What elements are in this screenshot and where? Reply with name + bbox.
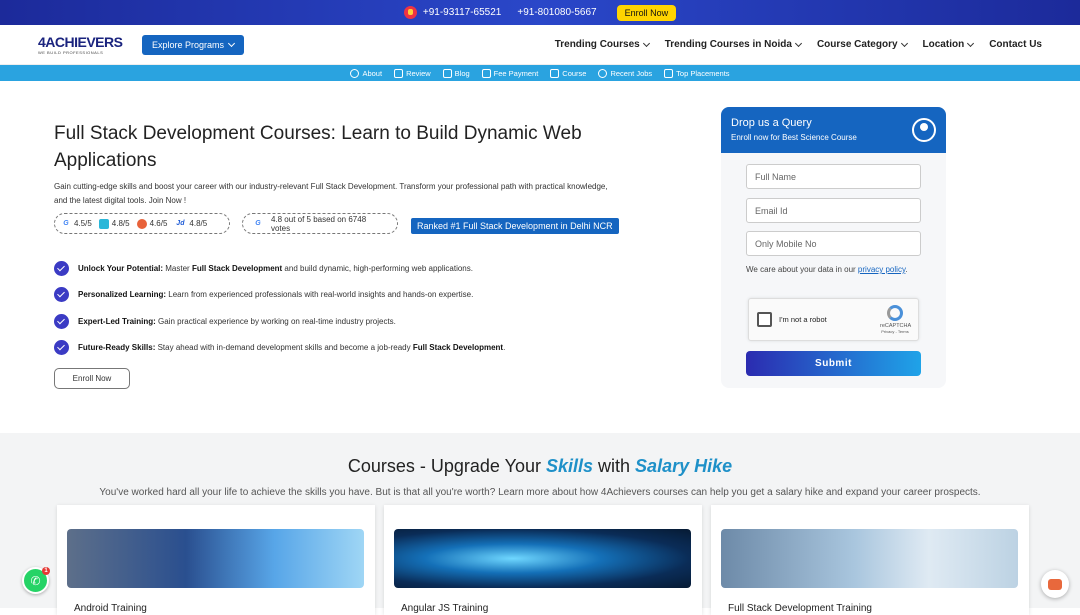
justdial-icon: Jd: [176, 219, 185, 227]
privacy-note-text: We care about your data in our: [746, 265, 858, 274]
email-input[interactable]: Email Id: [746, 198, 921, 223]
course-image: [721, 529, 1018, 588]
privacy-note: We care about your data in our privacy p…: [746, 265, 908, 274]
list-item: Expert-Led Training: Gain practical expe…: [54, 308, 674, 335]
course-image: [394, 529, 691, 588]
course-title: Full Stack Development Training: [728, 603, 872, 614]
form-header: Drop us a Query Enroll now for Best Scie…: [721, 107, 946, 153]
course-image: [67, 529, 364, 588]
sulekha-rating: 4.6/5: [136, 218, 168, 229]
sulekha-icon: [136, 218, 147, 229]
recaptcha-widget: I'm not a robot reCAPTCHA Privacy - Terms: [748, 298, 919, 341]
full-name-input[interactable]: Full Name: [746, 164, 921, 189]
review-site-icon: [98, 218, 109, 229]
notification-badge: 1: [42, 567, 50, 575]
submit-button[interactable]: Submit: [746, 351, 921, 376]
feature-list: Unlock Your Potential: Master Full Stack…: [54, 255, 674, 361]
bullet-heading: Personalized Learning:: [78, 290, 167, 300]
bullet-text: Stay ahead with in-demand development sk…: [155, 343, 413, 353]
courses-section: Courses - Upgrade Your Skills with Salar…: [0, 433, 1080, 615]
form-subtitle: Enroll now for Best Science Course: [731, 133, 857, 142]
check-icon: [54, 313, 69, 329]
form-title: Drop us a Query: [731, 117, 812, 129]
rating-value: 4.8/5: [189, 218, 208, 228]
heading-part: Courses - Upgrade Your: [347, 456, 546, 476]
recaptcha-icon: [887, 305, 903, 321]
check-icon: [54, 260, 69, 276]
course-card-android[interactable]: Android Training: [57, 505, 375, 615]
recaptcha-label: I'm not a robot: [779, 315, 827, 324]
bullet-text-end: .: [503, 343, 506, 353]
bullet-bold: Full Stack Development: [412, 343, 504, 353]
query-form: Drop us a Query Enroll now for Best Scie…: [721, 107, 946, 388]
course-card-full-stack[interactable]: Full Stack Development Training: [711, 505, 1029, 615]
courses-heading: Courses - Upgrade Your Skills with Salar…: [0, 456, 1080, 477]
heading-part: with: [593, 456, 636, 476]
enroll-now-button[interactable]: Enroll Now: [54, 368, 130, 389]
bullet-heading: Unlock Your Potential:: [78, 263, 164, 273]
list-item: Future-Ready Skills: Stay ahead with in-…: [54, 335, 674, 362]
check-icon: [54, 287, 69, 303]
list-item: Unlock Your Potential: Master Full Stack…: [54, 255, 674, 282]
bullet-heading: Expert-Led Training:: [78, 316, 156, 326]
justdial-rating: Jd 4.8/5: [174, 219, 207, 229]
page-title: Full Stack Development Courses: Learn to…: [54, 123, 582, 171]
rating-value: 4.6/5: [149, 218, 168, 228]
course-card-angular[interactable]: Angular JS Training: [384, 505, 702, 615]
ratings-strip: G 4.5/5 4.8/5 4.6/5 Jd 4.8/5: [54, 213, 230, 234]
chat-button[interactable]: [1041, 570, 1069, 598]
privacy-policy-link[interactable]: privacy policy: [858, 265, 905, 274]
google-icon: G: [63, 219, 69, 227]
recaptcha-logo: reCAPTCHA Privacy - Terms: [880, 305, 911, 334]
hero-description: Gain cutting-edge skills and boost your …: [54, 182, 608, 205]
google-votes-text: 4.8 out of 5 based on 6748 votes: [270, 214, 367, 233]
whatsapp-icon: ✆: [30, 573, 41, 588]
list-item: Personalized Learning: Learn from experi…: [54, 282, 674, 309]
whatsapp-button[interactable]: ✆ 1: [22, 567, 50, 594]
hero-section: Full Stack Development Courses: Learn to…: [0, 0, 1080, 433]
google-votes-badge: G 4.8 out of 5 based on 6748 votes: [242, 213, 398, 234]
bullet-text: Learn from experienced professionals wit…: [166, 290, 474, 300]
google-icon: G: [255, 219, 261, 227]
bullet-text: Gain practical experience by working on …: [155, 316, 396, 326]
courses-subtitle: You've worked hard all your life to achi…: [99, 487, 981, 498]
course-title: Android Training: [74, 603, 147, 614]
justdial-rating-a: 4.8/5: [98, 218, 130, 229]
heading-salary-hike: Salary Hike: [635, 456, 733, 476]
bullet-text: Master: [163, 263, 192, 273]
bullet-bold: Full Stack Development: [191, 263, 283, 273]
recaptcha-checkbox[interactable]: [757, 312, 772, 327]
course-title: Angular JS Training: [401, 603, 489, 614]
google-rating: G 4.5/5: [61, 219, 92, 229]
heading-skills: Skills: [546, 456, 594, 476]
chat-icon: [1048, 578, 1062, 590]
bullet-heading: Future-Ready Skills:: [78, 343, 156, 353]
check-icon: [54, 340, 69, 356]
user-support-icon: [912, 118, 936, 142]
rating-value: 4.5/5: [74, 218, 92, 228]
bullet-text-end: and build dynamic, high-performing web a…: [282, 263, 473, 273]
mobile-input[interactable]: Only Mobile No: [746, 231, 921, 256]
rating-value: 4.8/5: [111, 218, 130, 228]
ranked-badge: Ranked #1 Full Stack Development in Delh…: [411, 218, 619, 234]
recaptcha-links[interactable]: Privacy - Terms: [880, 329, 910, 334]
